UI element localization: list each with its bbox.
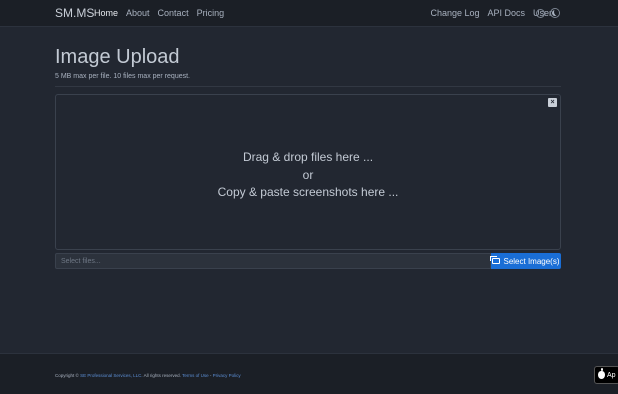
images-icon: [490, 256, 501, 264]
footer: Copyright © SE Professional Services, LL…: [0, 353, 618, 394]
app-store-label: Ap: [607, 371, 616, 379]
select-images-label: Select Image(s): [503, 256, 560, 266]
upload-limits-text: 5 MB max per file. 10 files max per requ…: [55, 73, 190, 80]
theme-toggles: [536, 8, 560, 18]
brand-logo[interactable]: SM.MS: [55, 6, 94, 20]
copyright-prefix: Copyright ©: [55, 373, 79, 378]
drop-zone-line-2: or: [302, 168, 314, 182]
nav-change-log[interactable]: Change Log: [430, 8, 479, 18]
terms-link[interactable]: Terms of Use: [182, 373, 209, 378]
nav-pricing[interactable]: Pricing: [197, 8, 225, 18]
page-title: Image Upload: [55, 46, 180, 68]
app-store-badge[interactable]: Ap: [594, 366, 618, 384]
dark-theme-icon[interactable]: [550, 8, 560, 18]
divider: [55, 86, 561, 87]
nav-api-docs[interactable]: API Docs: [488, 8, 526, 18]
rights-text: All rights reserved.: [143, 373, 181, 378]
drop-zone-line-1: Drag & drop files here ...: [242, 150, 374, 164]
apple-icon: [598, 368, 605, 379]
footer-copyright: Copyright © SE Professional Services, LL…: [55, 373, 241, 378]
file-name-input[interactable]: Select files...: [55, 253, 491, 269]
main-nav: Home About Contact Pricing: [94, 8, 224, 18]
nav-about[interactable]: About: [126, 8, 150, 18]
light-theme-icon[interactable]: [536, 8, 545, 18]
privacy-link[interactable]: Privacy Policy: [213, 373, 241, 378]
footer-separator: -: [209, 373, 212, 378]
drop-zone[interactable]: × Drag & drop files here ... or Copy & p…: [55, 94, 561, 250]
select-images-button[interactable]: Select Image(s): [490, 253, 561, 269]
navbar: SM.MS Home About Contact Pricing Change …: [0, 0, 618, 27]
drop-zone-line-3: Copy & paste screenshots here ...: [217, 185, 399, 199]
company-link[interactable]: SE Professional Services, LLC.: [80, 373, 143, 378]
nav-home[interactable]: Home: [94, 8, 118, 18]
nav-contact[interactable]: Contact: [158, 8, 189, 18]
close-icon[interactable]: ×: [548, 98, 557, 107]
